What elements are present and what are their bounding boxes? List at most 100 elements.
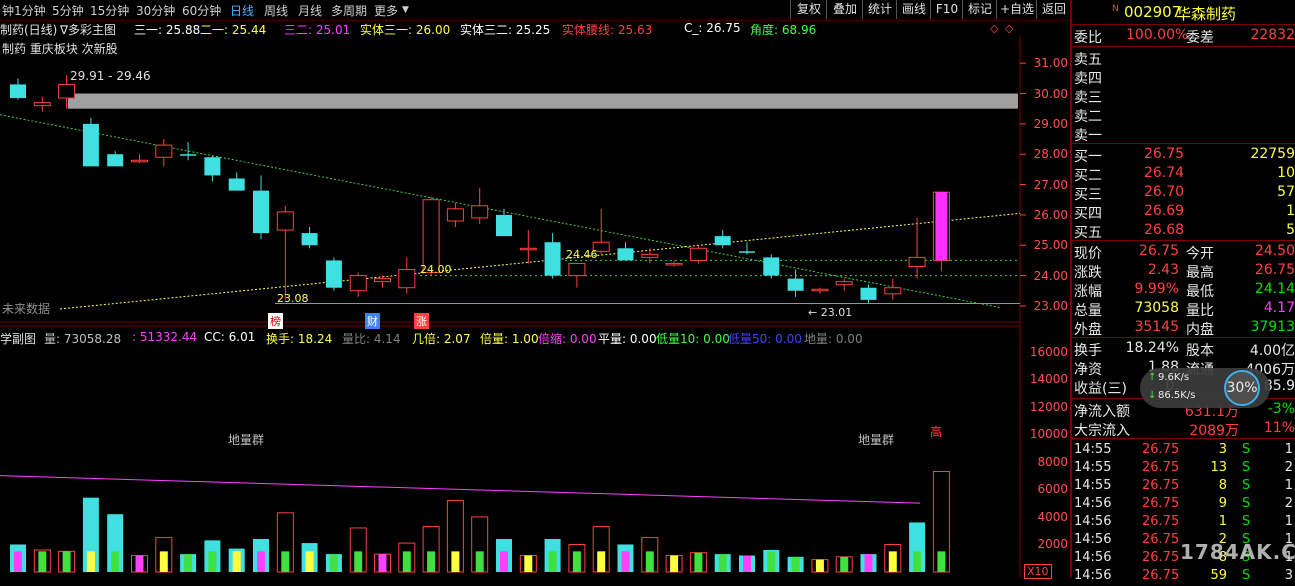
volume-inner-22 <box>548 551 557 572</box>
flow-label: 大宗流入 <box>1074 423 1130 439</box>
candle-body-29 <box>714 236 731 246</box>
buy-price: 26.75 <box>1144 146 1185 162</box>
volume-inner-26 <box>645 551 654 572</box>
volume-inner-19 <box>475 551 484 572</box>
diamond-icon[interactable]: ◇ <box>990 22 998 35</box>
tick-volume: 59 <box>1210 568 1227 583</box>
net-speed-widget[interactable]: 9.6K/s 86.5K/s ↑ ↓ 30% <box>1140 368 1270 408</box>
tick-price: 26.75 <box>1142 568 1180 583</box>
sell-row-0[interactable]: 卖五 <box>1072 48 1295 68</box>
price-tick-3: 28.00 <box>1033 147 1068 162</box>
period-tab-week[interactable]: 周线 <box>264 2 288 19</box>
period-tab-15min[interactable]: 15分钟 <box>90 2 129 19</box>
volume-inner-29 <box>718 554 727 572</box>
price-tick-4: 27.00 <box>1033 177 1068 192</box>
fin-label: 收益(三) <box>1074 381 1127 397</box>
marker-zhang[interactable]: 涨 <box>414 313 429 329</box>
weibi-label: 委比 <box>1074 30 1102 46</box>
volume-tick-6: 4000 <box>1037 509 1068 524</box>
sell-row-4[interactable]: 卖一 <box>1072 124 1295 144</box>
tick-row: 14:55 26.75 3 S 1 <box>1072 441 1295 460</box>
back-button[interactable]: 返回 <box>1036 0 1071 19</box>
period-tab-day[interactable]: 日线 <box>230 2 254 19</box>
mark-button[interactable]: 标记 <box>962 0 997 19</box>
divider <box>1072 337 1295 338</box>
buy-label: 买三 <box>1074 187 1102 203</box>
candle-body-18 <box>446 208 464 222</box>
candle-body-15 <box>374 278 391 283</box>
period-tab-60min[interactable]: 60分钟 <box>182 2 221 19</box>
buy-row-1[interactable]: 买二 26.74 10 <box>1072 164 1295 184</box>
marker-bang[interactable]: 榜 <box>268 313 283 329</box>
buy-volume: 57 <box>1277 184 1295 200</box>
kline-chart[interactable] <box>0 36 1070 577</box>
candle-body-7 <box>180 154 197 156</box>
upload-arrow-icon: ↑ <box>1148 372 1157 383</box>
divider <box>1072 438 1295 439</box>
volume-inner-4 <box>111 551 120 572</box>
add-watchlist-button[interactable]: +自选 <box>996 0 1037 19</box>
sell-row-2[interactable]: 卖三 <box>1072 86 1295 106</box>
volume-tick-7: 2000 <box>1037 537 1068 552</box>
volume-inner-23 <box>572 551 581 572</box>
statistics-button[interactable]: 统计 <box>862 0 897 19</box>
f10-button[interactable]: F10 <box>930 0 963 19</box>
divider <box>1072 46 1295 47</box>
fuquan-button[interactable]: 复权 <box>790 0 827 19</box>
diamond-icon-2[interactable]: ◇ <box>1005 22 1013 35</box>
period-tab-multi[interactable]: 多周期 <box>331 2 367 19</box>
candle-body-34 <box>835 281 853 286</box>
candle-body-5 <box>131 159 148 163</box>
candle-body-4 <box>107 154 124 167</box>
buy-row-4[interactable]: 买五 26.68 5 <box>1072 221 1295 241</box>
volume-tick-1: 14000 <box>1029 372 1068 387</box>
volume-inner-34 <box>840 556 849 572</box>
volume-inner-33 <box>815 559 824 572</box>
candle-body-25 <box>617 248 634 261</box>
stat-value: 24.14 <box>1254 281 1295 297</box>
stat-value: 24.50 <box>1254 243 1295 259</box>
buy-row-0[interactable]: 买一 26.75 22759 <box>1072 145 1295 165</box>
tick-price: 26.75 <box>1142 460 1180 475</box>
sell-label: 卖五 <box>1074 52 1102 68</box>
draw-line-button[interactable]: 画线 <box>896 0 931 19</box>
quote-panel: N 002907 华森制药 委比 100.00% 委差 22832 卖五 卖四 卖三… <box>1070 0 1295 583</box>
period-tab-month[interactable]: 月线 <box>298 2 322 19</box>
period-tab-1min[interactable]: 1分钟 <box>14 2 46 19</box>
stat-label: 今开 <box>1186 246 1214 262</box>
tick-time: 14:56 <box>1074 496 1112 511</box>
volume-inner-2 <box>62 551 71 572</box>
limit-up-highlight <box>935 192 948 261</box>
sell-row-3[interactable]: 卖二 <box>1072 105 1295 125</box>
downtrend-line <box>0 114 1001 308</box>
period-tab-more[interactable]: 更多 <box>374 2 398 19</box>
candle-body-12 <box>301 233 318 246</box>
fin-row-0: 换手 18.24% 股本 4.00亿 <box>1072 339 1295 359</box>
tick-side: S <box>1242 514 1251 529</box>
volume-tick-4: 8000 <box>1037 454 1068 469</box>
sell-row-1[interactable]: 卖四 <box>1072 67 1295 87</box>
stat-row-2: 涨幅 9.99% 最低 24.14 <box>1072 280 1295 300</box>
period-tab-5min[interactable]: 5分钟 <box>52 2 84 19</box>
period-tab-partial[interactable]: 钟 <box>2 2 14 19</box>
tick-time: 14:55 <box>1074 442 1112 457</box>
marker-cai[interactable]: 财 <box>365 313 380 329</box>
buy-volume: 10 <box>1277 165 1295 181</box>
buy-price: 26.68 <box>1144 222 1185 238</box>
tick-count: 1 <box>1284 514 1293 529</box>
stock-code: 002907 <box>1124 3 1182 21</box>
buy-row-3[interactable]: 买四 26.69 1 <box>1072 202 1295 222</box>
volume-inner-24 <box>597 551 606 572</box>
stat-value: 9.99% <box>1134 281 1179 297</box>
more-dropdown-icon[interactable]: ▼ <box>402 5 409 15</box>
overlay-button[interactable]: 叠加 <box>826 0 863 19</box>
right-low-label: ← 23.01 <box>808 306 853 319</box>
level-label-24: 24.00 <box>420 263 452 276</box>
tick-row: 14:55 26.75 8 S 1 <box>1072 477 1295 496</box>
tick-row: 14:56 26.75 9 S 2 <box>1072 495 1295 514</box>
buy-row-2[interactable]: 买三 26.70 57 <box>1072 183 1295 203</box>
buy-label: 买四 <box>1074 206 1102 222</box>
volume-inner-5 <box>135 555 144 572</box>
period-tab-30min[interactable]: 30分钟 <box>136 2 175 19</box>
candle-body-27 <box>665 262 683 266</box>
